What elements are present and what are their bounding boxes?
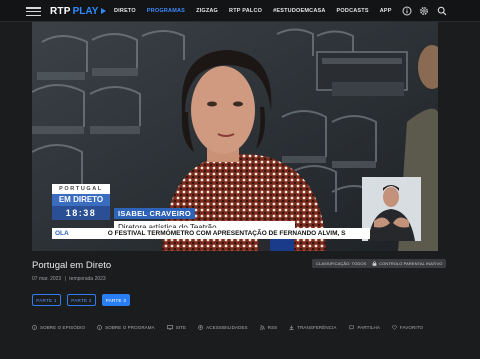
video-player[interactable]: PORTUGAL EM DIRETO 18:38 ISABEL CRAVEIRO… — [32, 22, 438, 251]
show-label: EM DIRETO — [52, 194, 110, 206]
download-label: TRANSFERÊNCIA — [297, 324, 337, 330]
info-icon — [32, 324, 37, 330]
menu-icon[interactable] — [26, 7, 41, 16]
lock-icon — [372, 261, 377, 266]
share-link[interactable]: PARTILHA — [348, 324, 380, 330]
rss-link[interactable]: RSS — [259, 324, 278, 330]
ticker-prefix: OLA — [55, 230, 69, 237]
episode-date: 07 mar. 2023 — [32, 276, 62, 282]
season-label: temporada 2023 — [69, 276, 106, 282]
nav-item-zigzag[interactable]: ZIGZAG — [196, 8, 218, 14]
top-navigation-bar: RTP PLAY DIRETO PROGRAMAS ZIGZAG RTP PAL… — [0, 0, 480, 22]
meta-separator: | — [64, 276, 66, 282]
nav-item-podcasts[interactable]: PODCASTS — [337, 8, 369, 14]
sign-language-inset — [362, 177, 421, 241]
logo-rtp-text: RTP — [50, 5, 71, 17]
program-meta: 07 mar. 2023 | temporada 2023 — [32, 276, 106, 282]
search-icon[interactable] — [437, 6, 447, 16]
parental-control-label: CONTROLO PARENTAL INATIVO — [379, 261, 443, 266]
play-triangle-icon — [101, 8, 107, 14]
heart-icon — [392, 324, 397, 330]
episode-actions: SOBRE O EPISÓDIO SOBRE O PROGRAMA SITE A… — [32, 323, 435, 331]
interpreter-figure — [368, 185, 415, 241]
program-title: Portugal em Direto — [32, 260, 112, 271]
part-3-button[interactable]: PARTE 3 — [102, 294, 130, 306]
rss-icon — [259, 325, 265, 330]
accessibility-icon — [198, 324, 204, 330]
favorite-label: FAVORITO — [399, 324, 424, 330]
favorite-link[interactable]: FAVORITO — [392, 325, 423, 330]
part-1-button[interactable]: PARTE 1 — [32, 294, 61, 306]
accessibility-label: ACESSIBILIDADES — [206, 324, 248, 330]
site-label: SITE — [175, 324, 187, 330]
screen-icon — [166, 324, 173, 330]
clock-label: 18:38 — [52, 206, 110, 220]
news-ticker: OLA O FESTIVAL TERMÓMETRO COM APRESENTAÇ… — [52, 228, 370, 239]
info-icon[interactable] — [402, 6, 412, 16]
about-episode-label: SOBRE O EPISÓDIO — [40, 324, 86, 330]
about-episode-link[interactable]: SOBRE O EPISÓDIO — [32, 325, 85, 330]
nav-item-direto[interactable]: DIRETO — [114, 8, 136, 14]
part-2-button[interactable]: PARTE 2 — [67, 294, 96, 306]
nav-item-estudoemcasa[interactable]: #ESTUDOEMCASA — [273, 8, 325, 14]
site-link[interactable]: SITE — [166, 324, 187, 330]
accessibility-link[interactable]: ACESSIBILIDADES — [198, 325, 248, 330]
ticker-text: O FESTIVAL TERMÓMETRO COM APRESENTAÇÃO D… — [107, 230, 346, 237]
parental-control-badge[interactable]: CONTROLO PARENTAL INATIVO — [368, 259, 447, 268]
share-icon — [348, 325, 354, 330]
main-nav: DIRETO PROGRAMAS ZIGZAG RTP PALCO #ESTUD… — [114, 0, 403, 22]
about-program-link[interactable]: SOBRE O PROGRAMA — [97, 325, 155, 330]
download-link[interactable]: TRANSFERÊNCIA — [289, 325, 336, 330]
share-label: PARTILHA — [357, 324, 380, 330]
logo-play-text: PLAY — [72, 5, 99, 17]
download-icon — [289, 324, 294, 330]
channel-bug: PORTUGAL EM DIRETO 18:38 — [52, 184, 110, 220]
nav-item-programas[interactable]: PROGRAMAS — [147, 8, 185, 14]
settings-icon[interactable] — [419, 6, 429, 16]
channel-label: PORTUGAL — [52, 184, 110, 194]
about-program-label: SOBRE O PROGRAMA — [105, 324, 155, 330]
lower-third-name: ISABEL CRAVEIRO — [114, 208, 195, 219]
nav-item-rtp-palco[interactable]: RTP PALCO — [229, 8, 262, 14]
nav-item-app[interactable]: APP — [380, 8, 392, 14]
rtp-play-logo[interactable]: RTP PLAY — [50, 5, 107, 17]
info-icon — [97, 324, 102, 330]
rss-label: RSS — [267, 324, 278, 330]
rating-badge: CLASSIFICAÇÃO: TODOS — [312, 259, 371, 268]
